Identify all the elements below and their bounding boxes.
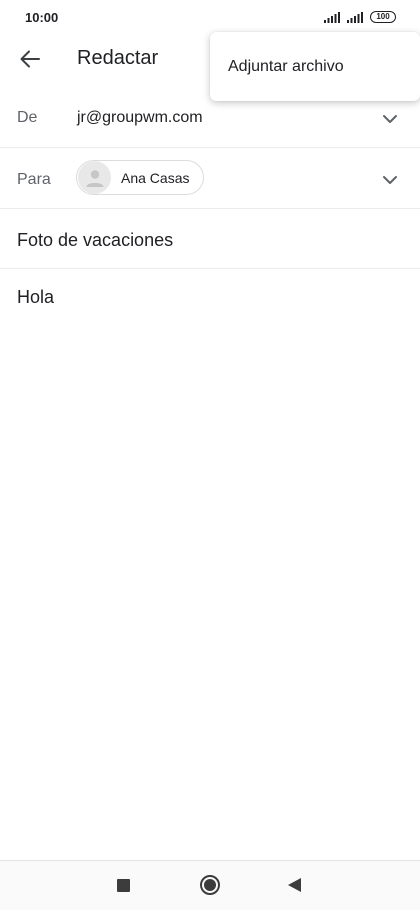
compose-screen: 10:00 100 Redactar Adjuntar archivo De j… <box>0 0 420 910</box>
person-icon <box>86 169 103 187</box>
back-button[interactable] <box>14 45 46 73</box>
recipient-chip[interactable]: Ana Casas <box>76 160 204 195</box>
page-title: Redactar <box>77 47 159 69</box>
back-icon[interactable] <box>288 878 301 892</box>
arrow-left-icon <box>20 50 40 68</box>
status-bar: 10:00 100 <box>0 0 420 34</box>
recipient-name: Ana Casas <box>121 169 190 186</box>
chevron-down-icon[interactable] <box>382 175 398 185</box>
avatar <box>78 161 111 194</box>
to-row: Para Ana Casas <box>0 148 420 209</box>
status-time: 10:00 <box>25 9 59 25</box>
overflow-menu: Adjuntar archivo <box>210 32 420 101</box>
home-icon[interactable] <box>200 875 220 895</box>
home-icon-dot <box>204 879 216 891</box>
recents-icon[interactable] <box>117 879 130 892</box>
to-label: Para <box>17 171 51 188</box>
signal-icon <box>347 11 363 23</box>
navigation-bar <box>0 860 420 910</box>
subject-row: Foto de vacaciones <box>0 209 420 269</box>
subject-input[interactable]: Foto de vacaciones <box>17 230 173 251</box>
status-icons: 100 <box>324 11 396 23</box>
from-account-selector[interactable]: jr@groupwm.com <box>77 109 203 127</box>
menu-item-attach-file[interactable]: Adjuntar archivo <box>228 58 344 76</box>
from-label: De <box>17 109 38 126</box>
body-input[interactable]: Hola <box>17 287 54 308</box>
battery-icon: 100 <box>370 11 396 23</box>
chevron-down-icon[interactable] <box>382 114 398 124</box>
signal-icon <box>324 11 340 23</box>
